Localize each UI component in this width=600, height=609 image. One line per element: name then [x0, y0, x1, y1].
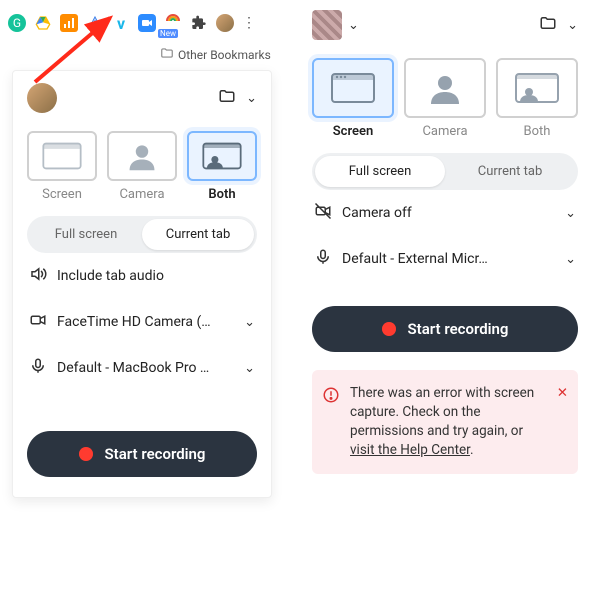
drive-icon[interactable] — [34, 14, 52, 32]
mode-both[interactable]: Both — [496, 58, 578, 139]
recorder-panel-right: ⌄ ⌄ Screen Camera Both Full screen Curre… — [300, 0, 590, 609]
recorder-panel-left: ⌄ Screen Camera Both Full screen Current… — [12, 70, 272, 498]
mode-label: Screen — [27, 187, 97, 202]
chevron-down-icon[interactable]: ⌄ — [244, 315, 255, 330]
audio-option-row[interactable]: Include tab audio — [27, 253, 257, 299]
mic-option-row[interactable]: Default - External Micr… ⌄ — [312, 236, 578, 282]
microphone-icon — [29, 357, 47, 379]
mode-camera[interactable]: Camera — [107, 131, 177, 202]
record-icon — [382, 322, 396, 336]
mode-label: Camera — [404, 124, 486, 139]
mode-label: Screen — [312, 124, 394, 139]
chevron-down-icon[interactable]: ⌄ — [246, 91, 257, 106]
mode-label: Both — [187, 187, 257, 202]
mode-both[interactable]: Both — [187, 131, 257, 202]
close-icon[interactable]: ✕ — [557, 384, 568, 403]
folder-icon[interactable] — [539, 14, 557, 36]
mic-option-label: Default - External Micr… — [342, 251, 488, 267]
more-icon[interactable]: ⋮ — [242, 15, 256, 31]
vimeo-icon[interactable]: v — [112, 14, 130, 32]
chevron-down-icon[interactable]: ⌄ — [244, 361, 255, 376]
mode-selector: Screen Camera Both — [27, 131, 257, 202]
camera-option-row[interactable]: Camera off ⌄ — [312, 190, 578, 236]
capture-scope-toggle: Full screen Current tab — [27, 216, 257, 253]
error-icon — [322, 386, 340, 410]
mic-option-row[interactable]: Default - MacBook Pro … ⌄ — [27, 345, 257, 391]
profile-avatar-icon[interactable] — [216, 14, 234, 32]
triangle-icon[interactable] — [86, 14, 104, 32]
folder-icon — [160, 46, 174, 63]
zoom-icon[interactable] — [138, 14, 156, 32]
camera-option-label: FaceTime HD Camera (… — [57, 314, 211, 330]
mode-label: Camera — [107, 187, 177, 202]
camera-off-icon — [314, 202, 332, 224]
seg-current-tab[interactable]: Current tab — [142, 219, 254, 250]
extension-icons: G v New ⋮ — [8, 6, 256, 40]
microphone-icon — [314, 248, 332, 270]
mode-screen[interactable]: Screen — [312, 58, 394, 139]
new-badge: New — [158, 29, 178, 38]
rainbow-icon[interactable] — [164, 6, 182, 24]
chevron-down-icon[interactable]: ⌄ — [348, 18, 359, 33]
mode-selector: Screen Camera Both — [312, 58, 578, 139]
mic-option-label: Default - MacBook Pro … — [57, 360, 209, 376]
help-center-link[interactable]: visit the Help Center — [350, 442, 470, 458]
speaker-icon — [29, 265, 47, 287]
chevron-down-icon[interactable]: ⌄ — [565, 206, 576, 221]
avatar[interactable] — [312, 10, 342, 40]
error-banner: There was an error with screen capture. … — [312, 370, 578, 474]
audio-label: Include tab audio — [57, 268, 164, 284]
grammarly-icon[interactable]: G — [8, 14, 26, 32]
mode-screen[interactable]: Screen — [27, 131, 97, 202]
camera-option-label: Camera off — [342, 205, 412, 221]
chevron-down-icon[interactable]: ⌄ — [567, 18, 578, 33]
error-text: There was an error with screen capture. … — [350, 384, 547, 460]
mode-camera[interactable]: Camera — [404, 58, 486, 139]
seg-full-screen[interactable]: Full screen — [315, 156, 445, 187]
camera-icon — [29, 311, 47, 333]
avatar[interactable] — [27, 83, 57, 113]
start-recording-button[interactable]: Start recording — [27, 431, 257, 477]
camera-option-row[interactable]: FaceTime HD Camera (… ⌄ — [27, 299, 257, 345]
start-recording-button[interactable]: Start recording — [312, 306, 578, 352]
capture-scope-toggle: Full screen Current tab — [312, 153, 578, 190]
folder-icon[interactable] — [218, 87, 236, 109]
chevron-down-icon[interactable]: ⌄ — [565, 252, 576, 267]
seg-current-tab[interactable]: Current tab — [445, 156, 575, 187]
record-icon — [79, 447, 93, 461]
start-label: Start recording — [105, 445, 206, 463]
bookmarks-label[interactable]: Other Bookmarks — [178, 48, 271, 62]
mode-label: Both — [496, 124, 578, 139]
start-label: Start recording — [408, 320, 509, 338]
analytics-icon[interactable] — [60, 14, 78, 32]
puzzle-icon[interactable] — [190, 14, 208, 32]
seg-full-screen[interactable]: Full screen — [30, 219, 142, 250]
